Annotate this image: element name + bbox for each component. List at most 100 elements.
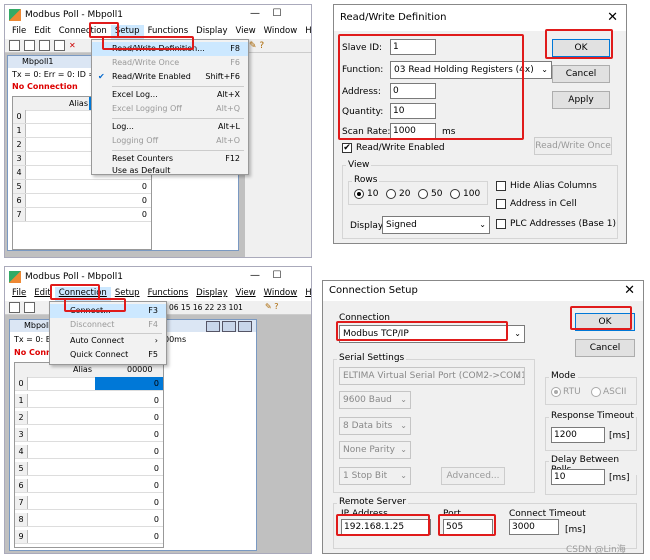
connect-timeout-input[interactable]: 3000 (509, 519, 559, 535)
menu-rw-once[interactable]: Read/Write Once F6 (92, 56, 248, 70)
menu-use-as-default[interactable]: Use as Default (92, 164, 248, 178)
menu-display[interactable]: Display (192, 287, 231, 301)
close-icon[interactable]: ✕ (607, 5, 618, 31)
close-doc-icon[interactable]: ✕ (69, 41, 76, 50)
address-in-cell-checkbox[interactable] (496, 199, 506, 209)
row-number: 5 (13, 180, 26, 193)
open-icon[interactable] (24, 40, 35, 51)
function-codes-toolbar[interactable]: 06 15 16 22 23 101 (169, 303, 243, 312)
data-bits-select[interactable]: 8 Data bits ⌄ (339, 417, 411, 435)
menu-display[interactable]: Display (192, 25, 231, 39)
rtu-label: RTU (563, 387, 581, 397)
table-row[interactable]: 90 (15, 530, 163, 544)
new-icon[interactable] (9, 40, 20, 51)
save-icon[interactable] (39, 40, 50, 51)
close-icon[interactable]: ✕ (624, 281, 635, 301)
register-value[interactable]: 0 (154, 428, 159, 441)
new-icon[interactable] (9, 302, 20, 313)
rows-50-radio[interactable] (418, 189, 428, 199)
table-row[interactable]: 60 (15, 479, 163, 493)
table-row[interactable]: 20 (15, 411, 163, 425)
value-header: 00000 (127, 365, 153, 374)
delay-input[interactable]: 10 (551, 469, 605, 485)
chevron-down-icon: ⌄ (541, 65, 548, 74)
register-value[interactable]: 0 (154, 530, 159, 543)
menu-help[interactable]: Help (301, 287, 311, 301)
menu-file[interactable]: File (8, 25, 30, 39)
register-value[interactable]: 0 (154, 445, 159, 458)
display-select[interactable]: Signed ⌄ (382, 216, 490, 234)
menu-functions[interactable]: Functions (144, 287, 193, 301)
table-row[interactable]: 80 (15, 513, 163, 527)
table-row[interactable]: 50 (13, 180, 151, 194)
register-value[interactable]: 0 (154, 513, 159, 526)
menu-logging-off[interactable]: Logging Off Alt+O (92, 134, 248, 148)
table-row[interactable]: 50 (15, 462, 163, 476)
menu-rw-enabled[interactable]: ✔ Read/Write Enabled Shift+F6 (92, 70, 248, 84)
menu-window[interactable]: Window (260, 287, 302, 301)
no-connection-text: No Connection (12, 82, 78, 91)
menu-file[interactable]: File (8, 287, 30, 301)
rw-enabled-checkbox[interactable]: ✔ (342, 143, 352, 153)
table-row[interactable]: 70 (15, 496, 163, 510)
menu-view[interactable]: View (232, 25, 260, 39)
menu-window[interactable]: Window (260, 25, 302, 39)
open-icon[interactable] (24, 302, 35, 313)
menu-view[interactable]: View (232, 287, 260, 301)
help-icons[interactable]: ✎ ? (265, 302, 279, 311)
serial-port-select[interactable]: ELTIMA Virtual Serial Port (COM2->COM1) ⌄ (339, 367, 525, 385)
register-value[interactable]: 0 (142, 208, 147, 221)
maximize-icon[interactable]: ☐ (267, 269, 287, 283)
menu-log[interactable]: Log... Alt+L (92, 120, 248, 134)
print-icon[interactable] (54, 40, 65, 51)
advanced-button[interactable]: Advanced... (441, 467, 505, 485)
register-value[interactable]: 0 (154, 496, 159, 509)
menu-quick-connect[interactable]: Quick Connect F5 (50, 348, 166, 362)
menu-edit[interactable]: Edit (30, 25, 54, 39)
parity-select[interactable]: None Parity ⌄ (339, 441, 411, 459)
ascii-radio[interactable] (591, 387, 601, 397)
window-title: Modbus Poll - Mbpoll1 (25, 272, 123, 282)
register-value[interactable]: 0 (142, 180, 147, 193)
table-row[interactable]: 00 (15, 377, 163, 391)
table-row[interactable]: 70 (13, 208, 151, 222)
maximize-icon[interactable]: ☐ (267, 7, 287, 21)
rows-10-radio[interactable] (354, 189, 364, 199)
child-close-icon[interactable] (238, 321, 252, 332)
menu-excel-logging-off[interactable]: Excel Logging Off Alt+Q (92, 102, 248, 116)
register-value[interactable]: 0 (154, 462, 159, 475)
row-number: 2 (13, 138, 26, 151)
register-value[interactable]: 0 (154, 377, 159, 390)
plc-addresses-checkbox[interactable] (496, 219, 506, 229)
hide-alias-checkbox[interactable] (496, 181, 506, 191)
rw-once-button[interactable]: Read/Write Once (534, 137, 612, 155)
table-row[interactable]: 60 (13, 194, 151, 208)
cancel-button[interactable]: Cancel (575, 339, 635, 357)
response-timeout-input[interactable]: 1200 (551, 427, 605, 443)
register-value[interactable]: 0 (142, 194, 147, 207)
menu-excel-log[interactable]: Excel Log... Alt+X (92, 88, 248, 102)
scan-rate-text: 00ms (164, 335, 187, 344)
rows-20-radio[interactable] (386, 189, 396, 199)
register-value[interactable]: 0 (154, 479, 159, 492)
register-value[interactable]: 0 (154, 411, 159, 424)
table-row[interactable]: 40 (15, 445, 163, 459)
table-row[interactable]: 30 (15, 428, 163, 442)
stop-bit-select[interactable]: 1 Stop Bit ⌄ (339, 467, 411, 485)
cancel-button[interactable]: Cancel (552, 65, 610, 83)
rtu-radio[interactable] (551, 387, 561, 397)
menu-auto-connect[interactable]: Auto Connect › (50, 334, 166, 348)
child-maximize-icon[interactable] (222, 321, 236, 332)
register-value[interactable]: 0 (154, 394, 159, 407)
menu-separator (112, 86, 244, 87)
rows-100-radio[interactable] (450, 189, 460, 199)
child-controls[interactable] (206, 321, 252, 332)
menu-disconnect[interactable]: Disconnect F4 (50, 318, 166, 332)
minimize-icon[interactable]: — (245, 7, 265, 21)
minimize-icon[interactable]: — (245, 269, 265, 283)
menu-help[interactable]: Help (301, 25, 311, 39)
table-row[interactable]: 10 (15, 394, 163, 408)
child-minimize-icon[interactable] (206, 321, 220, 332)
baud-select[interactable]: 9600 Baud ⌄ (339, 391, 411, 409)
apply-button[interactable]: Apply (552, 91, 610, 109)
